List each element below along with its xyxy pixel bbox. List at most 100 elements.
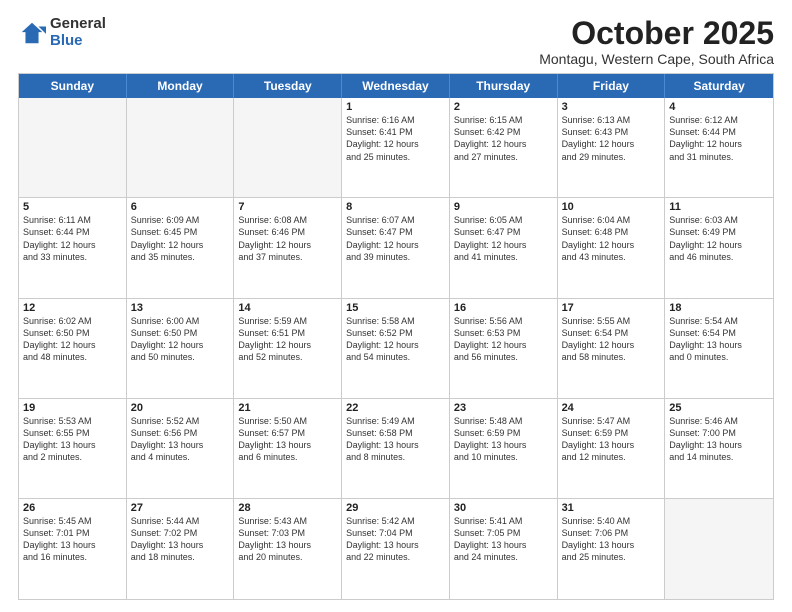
day-number: 9 xyxy=(454,201,553,213)
header-day-wednesday: Wednesday xyxy=(342,74,450,98)
calendar-cell xyxy=(127,98,235,197)
calendar-cell: 6Sunrise: 6:09 AMSunset: 6:45 PMDaylight… xyxy=(127,198,235,297)
day-number: 2 xyxy=(454,101,553,113)
calendar-cell: 15Sunrise: 5:58 AMSunset: 6:52 PMDayligh… xyxy=(342,299,450,398)
header: General Blue October 2025 Montagu, Weste… xyxy=(18,16,774,67)
calendar: SundayMondayTuesdayWednesdayThursdayFrid… xyxy=(18,73,774,600)
day-number: 30 xyxy=(454,502,553,514)
cell-details: Sunrise: 5:54 AMSunset: 6:54 PMDaylight:… xyxy=(669,315,769,364)
logo-general-text: General xyxy=(50,16,106,33)
calendar-cell: 13Sunrise: 6:00 AMSunset: 6:50 PMDayligh… xyxy=(127,299,235,398)
calendar-cell: 31Sunrise: 5:40 AMSunset: 7:06 PMDayligh… xyxy=(558,499,666,599)
cell-details: Sunrise: 5:53 AMSunset: 6:55 PMDaylight:… xyxy=(23,415,122,464)
logo-blue-text: Blue xyxy=(50,33,106,50)
logo-text: General Blue xyxy=(50,16,106,49)
calendar-cell: 19Sunrise: 5:53 AMSunset: 6:55 PMDayligh… xyxy=(19,399,127,498)
cell-details: Sunrise: 5:44 AMSunset: 7:02 PMDaylight:… xyxy=(131,515,230,564)
calendar-cell: 7Sunrise: 6:08 AMSunset: 6:46 PMDaylight… xyxy=(234,198,342,297)
header-day-tuesday: Tuesday xyxy=(234,74,342,98)
day-number: 29 xyxy=(346,502,445,514)
cell-details: Sunrise: 6:07 AMSunset: 6:47 PMDaylight:… xyxy=(346,214,445,263)
calendar-cell: 21Sunrise: 5:50 AMSunset: 6:57 PMDayligh… xyxy=(234,399,342,498)
calendar-cell xyxy=(234,98,342,197)
calendar-cell: 20Sunrise: 5:52 AMSunset: 6:56 PMDayligh… xyxy=(127,399,235,498)
page: General Blue October 2025 Montagu, Weste… xyxy=(0,0,792,612)
day-number: 18 xyxy=(669,302,769,314)
calendar-body: 1Sunrise: 6:16 AMSunset: 6:41 PMDaylight… xyxy=(19,98,773,599)
day-number: 20 xyxy=(131,402,230,414)
cell-details: Sunrise: 6:13 AMSunset: 6:43 PMDaylight:… xyxy=(562,114,661,163)
calendar-cell: 14Sunrise: 5:59 AMSunset: 6:51 PMDayligh… xyxy=(234,299,342,398)
calendar-cell: 11Sunrise: 6:03 AMSunset: 6:49 PMDayligh… xyxy=(665,198,773,297)
calendar-cell: 28Sunrise: 5:43 AMSunset: 7:03 PMDayligh… xyxy=(234,499,342,599)
calendar-cell: 26Sunrise: 5:45 AMSunset: 7:01 PMDayligh… xyxy=(19,499,127,599)
calendar-cell: 23Sunrise: 5:48 AMSunset: 6:59 PMDayligh… xyxy=(450,399,558,498)
header-day-sunday: Sunday xyxy=(19,74,127,98)
calendar-cell: 27Sunrise: 5:44 AMSunset: 7:02 PMDayligh… xyxy=(127,499,235,599)
logo-icon xyxy=(18,19,46,47)
cell-details: Sunrise: 5:56 AMSunset: 6:53 PMDaylight:… xyxy=(454,315,553,364)
day-number: 21 xyxy=(238,402,337,414)
header-day-friday: Friday xyxy=(558,74,666,98)
cell-details: Sunrise: 5:58 AMSunset: 6:52 PMDaylight:… xyxy=(346,315,445,364)
calendar-cell xyxy=(665,499,773,599)
calendar-cell: 30Sunrise: 5:41 AMSunset: 7:05 PMDayligh… xyxy=(450,499,558,599)
header-day-monday: Monday xyxy=(127,74,235,98)
day-number: 3 xyxy=(562,101,661,113)
day-number: 1 xyxy=(346,101,445,113)
cell-details: Sunrise: 6:05 AMSunset: 6:47 PMDaylight:… xyxy=(454,214,553,263)
calendar-week-2: 5Sunrise: 6:11 AMSunset: 6:44 PMDaylight… xyxy=(19,198,773,298)
cell-details: Sunrise: 5:48 AMSunset: 6:59 PMDaylight:… xyxy=(454,415,553,464)
day-number: 10 xyxy=(562,201,661,213)
calendar-cell: 17Sunrise: 5:55 AMSunset: 6:54 PMDayligh… xyxy=(558,299,666,398)
day-number: 14 xyxy=(238,302,337,314)
cell-details: Sunrise: 5:47 AMSunset: 6:59 PMDaylight:… xyxy=(562,415,661,464)
day-number: 23 xyxy=(454,402,553,414)
calendar-cell: 18Sunrise: 5:54 AMSunset: 6:54 PMDayligh… xyxy=(665,299,773,398)
day-number: 16 xyxy=(454,302,553,314)
calendar-cell: 4Sunrise: 6:12 AMSunset: 6:44 PMDaylight… xyxy=(665,98,773,197)
day-number: 6 xyxy=(131,201,230,213)
calendar-cell: 12Sunrise: 6:02 AMSunset: 6:50 PMDayligh… xyxy=(19,299,127,398)
day-number: 13 xyxy=(131,302,230,314)
cell-details: Sunrise: 6:00 AMSunset: 6:50 PMDaylight:… xyxy=(131,315,230,364)
cell-details: Sunrise: 5:55 AMSunset: 6:54 PMDaylight:… xyxy=(562,315,661,364)
day-number: 15 xyxy=(346,302,445,314)
logo: General Blue xyxy=(18,16,106,49)
calendar-cell: 29Sunrise: 5:42 AMSunset: 7:04 PMDayligh… xyxy=(342,499,450,599)
calendar-week-4: 19Sunrise: 5:53 AMSunset: 6:55 PMDayligh… xyxy=(19,399,773,499)
cell-details: Sunrise: 5:45 AMSunset: 7:01 PMDaylight:… xyxy=(23,515,122,564)
calendar-cell: 3Sunrise: 6:13 AMSunset: 6:43 PMDaylight… xyxy=(558,98,666,197)
cell-details: Sunrise: 5:52 AMSunset: 6:56 PMDaylight:… xyxy=(131,415,230,464)
calendar-cell: 5Sunrise: 6:11 AMSunset: 6:44 PMDaylight… xyxy=(19,198,127,297)
calendar-cell: 2Sunrise: 6:15 AMSunset: 6:42 PMDaylight… xyxy=(450,98,558,197)
calendar-cell: 25Sunrise: 5:46 AMSunset: 7:00 PMDayligh… xyxy=(665,399,773,498)
calendar-cell: 8Sunrise: 6:07 AMSunset: 6:47 PMDaylight… xyxy=(342,198,450,297)
calendar-cell: 22Sunrise: 5:49 AMSunset: 6:58 PMDayligh… xyxy=(342,399,450,498)
day-number: 19 xyxy=(23,402,122,414)
calendar-week-1: 1Sunrise: 6:16 AMSunset: 6:41 PMDaylight… xyxy=(19,98,773,198)
cell-details: Sunrise: 5:43 AMSunset: 7:03 PMDaylight:… xyxy=(238,515,337,564)
month-title: October 2025 xyxy=(539,16,774,51)
day-number: 11 xyxy=(669,201,769,213)
cell-details: Sunrise: 5:40 AMSunset: 7:06 PMDaylight:… xyxy=(562,515,661,564)
day-number: 27 xyxy=(131,502,230,514)
day-number: 28 xyxy=(238,502,337,514)
cell-details: Sunrise: 6:02 AMSunset: 6:50 PMDaylight:… xyxy=(23,315,122,364)
calendar-cell: 24Sunrise: 5:47 AMSunset: 6:59 PMDayligh… xyxy=(558,399,666,498)
header-day-thursday: Thursday xyxy=(450,74,558,98)
cell-details: Sunrise: 5:50 AMSunset: 6:57 PMDaylight:… xyxy=(238,415,337,464)
calendar-cell: 9Sunrise: 6:05 AMSunset: 6:47 PMDaylight… xyxy=(450,198,558,297)
cell-details: Sunrise: 5:41 AMSunset: 7:05 PMDaylight:… xyxy=(454,515,553,564)
cell-details: Sunrise: 6:12 AMSunset: 6:44 PMDaylight:… xyxy=(669,114,769,163)
day-number: 24 xyxy=(562,402,661,414)
day-number: 5 xyxy=(23,201,122,213)
header-day-saturday: Saturday xyxy=(665,74,773,98)
calendar-cell: 16Sunrise: 5:56 AMSunset: 6:53 PMDayligh… xyxy=(450,299,558,398)
title-block: October 2025 Montagu, Western Cape, Sout… xyxy=(539,16,774,67)
calendar-week-5: 26Sunrise: 5:45 AMSunset: 7:01 PMDayligh… xyxy=(19,499,773,599)
day-number: 17 xyxy=(562,302,661,314)
day-number: 12 xyxy=(23,302,122,314)
cell-details: Sunrise: 6:03 AMSunset: 6:49 PMDaylight:… xyxy=(669,214,769,263)
cell-details: Sunrise: 6:11 AMSunset: 6:44 PMDaylight:… xyxy=(23,214,122,263)
